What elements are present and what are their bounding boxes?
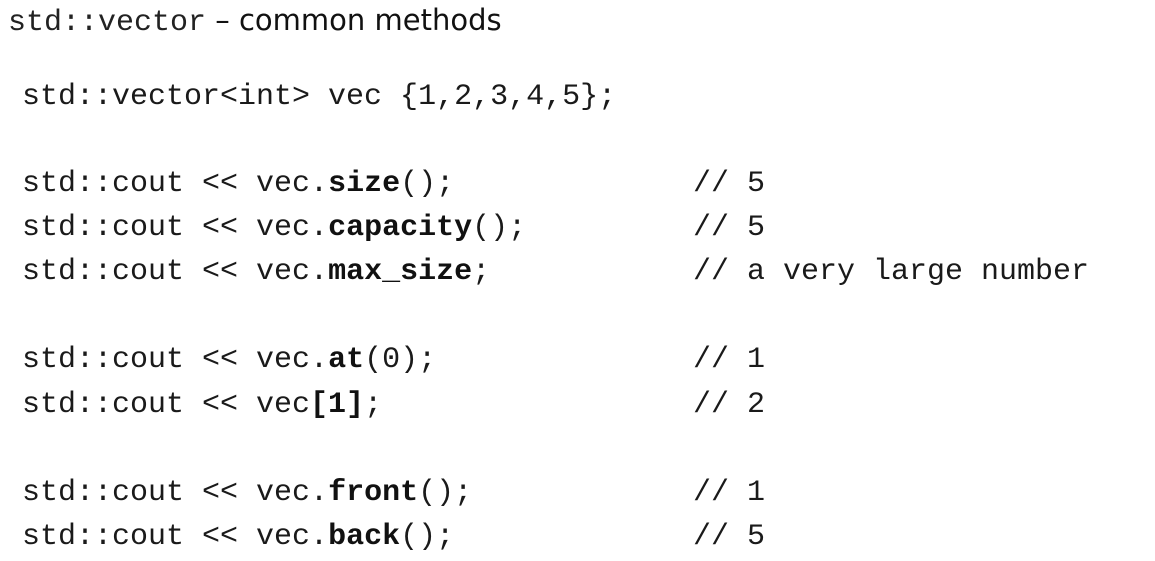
code-suffix: ; — [364, 388, 383, 422]
code-prefix: std::cout << vec. — [22, 476, 329, 510]
code-suffix: (); — [418, 476, 473, 510]
code-prefix: std::cout << vec. — [22, 343, 329, 377]
method-name: back — [328, 520, 401, 554]
code-line-front: std::cout << vec.front(); — [22, 473, 472, 513]
comment-max-size: // a very large number — [693, 255, 1090, 289]
method-name: max_size — [328, 255, 473, 289]
method-name: front — [328, 476, 419, 510]
code-prefix: std::cout << vec — [22, 388, 311, 422]
code-suffix: (); — [400, 520, 455, 554]
method-name: size — [328, 167, 401, 201]
title-code: std::vector — [8, 6, 207, 40]
comment-at: // 1 — [693, 343, 766, 377]
vector-declaration: std::vector<int> vec {1,2,3,4,5}; — [22, 80, 617, 114]
comment-back: // 5 — [693, 520, 766, 554]
code-prefix: std::cout << vec. — [22, 167, 329, 201]
code-line-size: std::cout << vec.size(); — [22, 164, 454, 204]
comment-capacity: // 5 — [693, 211, 766, 245]
code-line-at: std::cout << vec.at(0); — [22, 340, 436, 380]
code-prefix: std::cout << vec. — [22, 255, 329, 289]
code-prefix: std::cout << vec. — [22, 211, 329, 245]
code-suffix: (); — [400, 167, 455, 201]
method-name: capacity — [328, 211, 473, 245]
code-prefix: std::cout << vec. — [22, 520, 329, 554]
code-line-subscript: std::cout << vec[1]; — [22, 385, 382, 425]
code-line-capacity: std::cout << vec.capacity(); — [22, 208, 526, 248]
comment-subscript: // 2 — [693, 388, 766, 422]
method-name: [1] — [310, 388, 365, 422]
comment-size: // 5 — [693, 167, 766, 201]
code-line-back: std::cout << vec.back(); — [22, 517, 454, 557]
code-suffix: ; — [472, 255, 491, 289]
title-text: – common methods — [206, 3, 502, 37]
slide-title: std::vector – common methods — [8, 0, 502, 40]
code-suffix: (0); — [364, 343, 437, 377]
code-line-max-size: std::cout << vec.max_size; — [22, 252, 490, 292]
comment-front: // 1 — [693, 476, 766, 510]
method-name: at — [328, 343, 365, 377]
code-suffix: (); — [472, 211, 527, 245]
